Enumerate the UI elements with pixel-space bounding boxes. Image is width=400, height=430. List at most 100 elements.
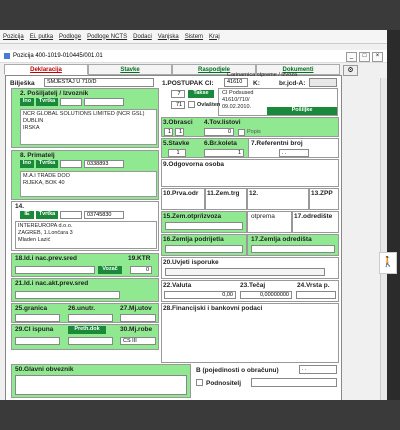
- primatelj-tvrtka-button[interactable]: Tvrtka: [36, 160, 58, 168]
- app-window: Pozicija Ei. putka Podloge Podloge NCTS …: [0, 30, 387, 400]
- menu-sistem[interactable]: Sistem: [185, 34, 203, 40]
- posiljatelj-oib[interactable]: [84, 98, 124, 106]
- granica-row: 25.granica 26.unutr. 27.Mj.utov: [11, 303, 159, 323]
- postupak-label: 1.POSTUPAK CI:: [162, 80, 214, 87]
- settings-icon[interactable]: ⚙: [343, 65, 358, 76]
- zemotpr-box: 15.Zem.otpr/izvoza: [161, 211, 247, 233]
- stavke-field[interactable]: 1: [168, 149, 186, 157]
- minimize-button[interactable]: _: [346, 52, 357, 62]
- tecaj-label: 23.Tečaj: [240, 282, 266, 289]
- box29: 29.CI ispuna Preth.dok 30.Mj.robe CS III: [11, 324, 159, 350]
- zemljapodr-field[interactable]: [165, 245, 243, 253]
- financ-box[interactable]: 28.Financijski i bankovni podaci: [161, 303, 339, 363]
- deklarant-ie-button[interactable]: IE: [20, 211, 34, 219]
- box21-field[interactable]: [15, 291, 120, 299]
- otprema-label: otprema: [251, 213, 275, 220]
- ciispuna-field[interactable]: [15, 337, 60, 345]
- posiljatelj-tvrtka-button[interactable]: Tvrtka: [36, 98, 58, 106]
- referentni-label: 7.Referentni broj: [251, 140, 303, 147]
- otprema-box[interactable]: otprema: [247, 211, 292, 233]
- box18-label: 18.Id.i nac.prev.sred: [15, 255, 78, 262]
- carinarnica-line1: CI Podsused: [222, 90, 254, 96]
- ktr-field[interactable]: 0: [130, 266, 152, 274]
- menu-podloge-ncts[interactable]: Podloge NCTS: [87, 34, 127, 40]
- podnositelj-checkbox[interactable]: [196, 379, 203, 386]
- biljeska-field[interactable]: SMJEŠTAJ U 710/D: [44, 78, 154, 87]
- ovlasten-checkbox[interactable]: [188, 101, 195, 108]
- zpp-box[interactable]: 13.ZPP: [309, 188, 339, 210]
- odgovorna-box[interactable]: 9.Odgovorna osoba: [161, 159, 339, 187]
- odrediste17-box[interactable]: 17.odredište: [292, 211, 339, 233]
- primatelj-line1: M.A.I TRADE DOO: [23, 173, 70, 179]
- prethdok-button[interactable]: Preth.dok: [68, 326, 106, 334]
- tovlistovi-field[interactable]: 0: [204, 128, 234, 136]
- primatelj-ino-button[interactable]: Ino: [20, 160, 34, 168]
- deklarant-line2: ZAGREB, 1.Lončara 3: [18, 230, 73, 236]
- zpp-label: 13.ZPP: [311, 190, 333, 197]
- maximize-button[interactable]: □: [359, 52, 370, 62]
- vrstap-field[interactable]: [296, 291, 336, 299]
- posiljatelj-ino-button[interactable]: Ino: [20, 98, 34, 106]
- posiljke-button[interactable]: Pošiljke: [267, 107, 337, 115]
- window-title: Pozicija 400-1019-010445/001.01: [13, 53, 103, 59]
- podnositelj-field[interactable]: [251, 378, 337, 387]
- brkoleta-field[interactable]: 1: [204, 149, 244, 157]
- mjutov-label: 27.Mj.utov: [120, 305, 152, 312]
- zemljaodr-box: 17.Zemlja odredišta: [247, 234, 339, 256]
- tab-deklaracija[interactable]: Deklaracija: [4, 64, 88, 75]
- vertical-scrollbar[interactable]: [380, 78, 387, 400]
- menu-vanjska[interactable]: Vanjska: [158, 34, 179, 40]
- deklarant-tvrtka-button[interactable]: Tvrtka: [36, 211, 58, 219]
- tab-stavke[interactable]: Stavke: [88, 64, 172, 75]
- brjcd-field[interactable]: [309, 78, 337, 87]
- vozac-button[interactable]: Vozač: [98, 266, 122, 274]
- obrasci-b[interactable]: 1: [175, 128, 184, 136]
- prvaodr-box[interactable]: 10.Prva.odr: [161, 188, 205, 210]
- person-icon[interactable]: 🚶: [379, 252, 397, 274]
- prethdok-field[interactable]: [68, 337, 113, 345]
- posiljatelj-address[interactable]: NCR GLOBAL SOLUTIONS LIMITED (NCR GSL) D…: [20, 109, 157, 145]
- mjutov-field[interactable]: [120, 314, 156, 322]
- tecaj-field[interactable]: 0,00000000: [240, 291, 292, 299]
- obrasci-a[interactable]: 1: [164, 128, 173, 136]
- mjrobe-label: 30.Mj.robe: [120, 326, 153, 333]
- granica-field[interactable]: [15, 314, 60, 322]
- valuta-field[interactable]: 0,00: [164, 291, 236, 299]
- carinarnica-line2: 41610/710/: [222, 97, 250, 103]
- box18-field[interactable]: [15, 266, 95, 274]
- deklarant-address[interactable]: INTEREUROPA d.o.o. ZAGREB, 1.Lončara 3 M…: [15, 221, 157, 249]
- close-button[interactable]: ×: [372, 52, 383, 62]
- primatelj-address[interactable]: M.A.I TRADE DOO RIJEKA, BOK 40: [20, 171, 157, 197]
- unutr-field[interactable]: [68, 314, 113, 322]
- posiljatelj-line2: DUBLIN: [23, 118, 44, 124]
- menu-pozicija[interactable]: Pozicija: [3, 34, 24, 40]
- menu-kraj[interactable]: Kraj: [209, 34, 220, 40]
- zemljaodr-field[interactable]: [251, 245, 335, 253]
- box3-n1[interactable]: 7: [171, 90, 185, 98]
- deklarant-code[interactable]: [60, 211, 82, 219]
- deklarant-oib[interactable]: 03745830: [84, 211, 124, 219]
- zemtrg-box[interactable]: 11.Zem.trg: [205, 188, 247, 210]
- menu-putka[interactable]: Ei. putka: [30, 34, 53, 40]
- box12[interactable]: 12.: [247, 188, 309, 210]
- financ-label: 28.Financijski i bankovni podaci: [163, 305, 263, 312]
- primatelj-oib[interactable]: 0338893: [84, 160, 124, 168]
- primatelj-code[interactable]: [60, 160, 82, 168]
- posiljatelj-line1: NCR GLOBAL SOLUTIONS LIMITED (NCR GSL): [23, 111, 145, 117]
- referentni-field[interactable]: . .: [279, 149, 309, 157]
- menu-podloge[interactable]: Podloge: [59, 34, 81, 40]
- primatelj-line2: RIJEKA, BOK 40: [23, 180, 65, 186]
- posiljatelj-code[interactable]: [60, 98, 82, 106]
- mjrobe-field[interactable]: CS III: [120, 337, 156, 345]
- bpodaci-field[interactable]: . .: [299, 365, 337, 374]
- tovlistovi-label: 4.Tov.listovi: [204, 119, 241, 126]
- glavni-field[interactable]: [15, 375, 187, 395]
- takse-button[interactable]: Takse: [188, 90, 214, 98]
- popis-checkbox[interactable]: [238, 129, 245, 136]
- uvjeti-field[interactable]: [165, 268, 325, 276]
- zemotpr-field[interactable]: [165, 222, 243, 230]
- box3-n2[interactable]: 71: [171, 101, 185, 109]
- postupak-field[interactable]: 41610: [224, 78, 248, 87]
- declaration-form: Bilješka SMJEŠTAJ U 710/D 1.POSTUPAK CI:…: [5, 72, 342, 400]
- menu-dodaci[interactable]: Dodaci: [133, 34, 152, 40]
